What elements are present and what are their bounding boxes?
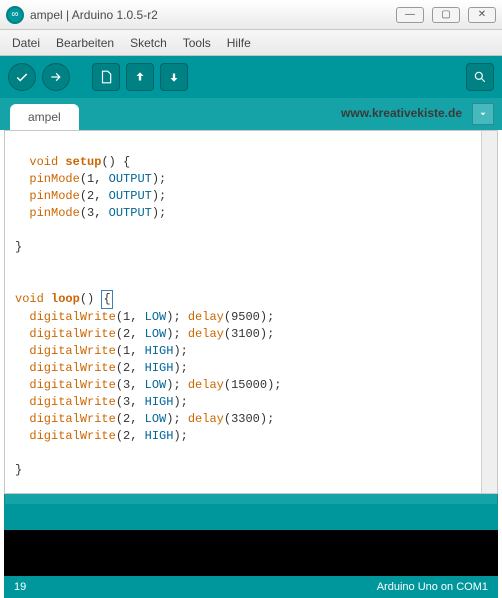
chevron-down-icon — [478, 109, 488, 119]
menu-sketch[interactable]: Sketch — [124, 33, 173, 53]
code-token-func: digitalWrite — [29, 429, 115, 443]
code-token-func: delay — [188, 327, 224, 341]
code-token-const: OUTPUT — [109, 189, 152, 203]
console-output — [4, 530, 498, 576]
save-button[interactable] — [160, 63, 188, 91]
vertical-scrollbar[interactable] — [481, 131, 497, 493]
arrow-up-icon — [133, 70, 147, 84]
menu-bar: Datei Bearbeiten Sketch Tools Hilfe — [0, 30, 502, 56]
menu-hilfe[interactable]: Hilfe — [221, 33, 257, 53]
code-token-func: digitalWrite — [29, 310, 115, 324]
code-token-const: LOW — [145, 378, 167, 392]
code-token-type: void — [29, 155, 58, 169]
status-board: Arduino Uno on COM1 — [377, 581, 488, 593]
window-controls: — ▢ ✕ — [396, 7, 496, 23]
code-token-const: LOW — [145, 412, 167, 426]
code-token-type: void — [15, 292, 44, 306]
code-token-func: digitalWrite — [29, 344, 115, 358]
upload-button[interactable] — [42, 63, 70, 91]
code-token-func: digitalWrite — [29, 412, 115, 426]
new-button[interactable] — [92, 63, 120, 91]
tab-url: www.kreativekiste.de — [341, 106, 462, 120]
code-token-name: setup — [65, 155, 101, 169]
close-button[interactable]: ✕ — [468, 7, 496, 23]
code-token-const: HIGH — [145, 395, 174, 409]
message-area — [4, 504, 498, 530]
window-title: ampel | Arduino 1.0.5-r2 — [30, 8, 396, 22]
status-line-number: 19 — [14, 581, 26, 593]
menu-tools[interactable]: Tools — [177, 33, 217, 53]
code-token-func: digitalWrite — [29, 378, 115, 392]
arrow-down-icon — [167, 70, 181, 84]
code-token-func: delay — [188, 310, 224, 324]
minimize-button[interactable]: — — [396, 7, 424, 23]
arduino-logo-icon — [6, 6, 24, 24]
menu-bearbeiten[interactable]: Bearbeiten — [50, 33, 120, 53]
code-token-const: HIGH — [145, 429, 174, 443]
code-token-func: delay — [188, 412, 224, 426]
arrow-right-icon — [49, 70, 63, 84]
tab-ampel[interactable]: ampel — [10, 104, 79, 130]
editor-separator[interactable] — [4, 494, 498, 504]
code-token-func: digitalWrite — [29, 395, 115, 409]
code-token-func: pinMode — [29, 172, 79, 186]
code-token-const: HIGH — [145, 361, 174, 375]
code-token-func: digitalWrite — [29, 327, 115, 341]
code-token-func: pinMode — [29, 206, 79, 220]
code-token-name: loop — [51, 292, 80, 306]
code-token-const: HIGH — [145, 344, 174, 358]
check-icon — [15, 70, 29, 84]
code-token-const: OUTPUT — [109, 206, 152, 220]
tab-menu-button[interactable] — [472, 103, 494, 125]
menu-datei[interactable]: Datei — [6, 33, 46, 53]
serial-monitor-button[interactable] — [466, 63, 494, 91]
toolbar — [0, 56, 502, 98]
maximize-button[interactable]: ▢ — [432, 7, 460, 23]
code-editor[interactable]: void setup() { pinMode(1, OUTPUT); pinMo… — [4, 130, 498, 494]
code-token-const: OUTPUT — [109, 172, 152, 186]
file-icon — [99, 70, 113, 84]
verify-button[interactable] — [8, 63, 36, 91]
code-token-func: digitalWrite — [29, 361, 115, 375]
code-token-const: LOW — [145, 327, 167, 341]
window-titlebar: ampel | Arduino 1.0.5-r2 — ▢ ✕ — [0, 0, 502, 30]
open-button[interactable] — [126, 63, 154, 91]
code-token-func: delay — [188, 378, 224, 392]
tab-bar: ampel www.kreativekiste.de — [0, 98, 502, 130]
code-token-func: pinMode — [29, 189, 79, 203]
bracket-highlight: { — [101, 290, 112, 309]
code-token-const: LOW — [145, 310, 167, 324]
magnifier-icon — [473, 70, 487, 84]
